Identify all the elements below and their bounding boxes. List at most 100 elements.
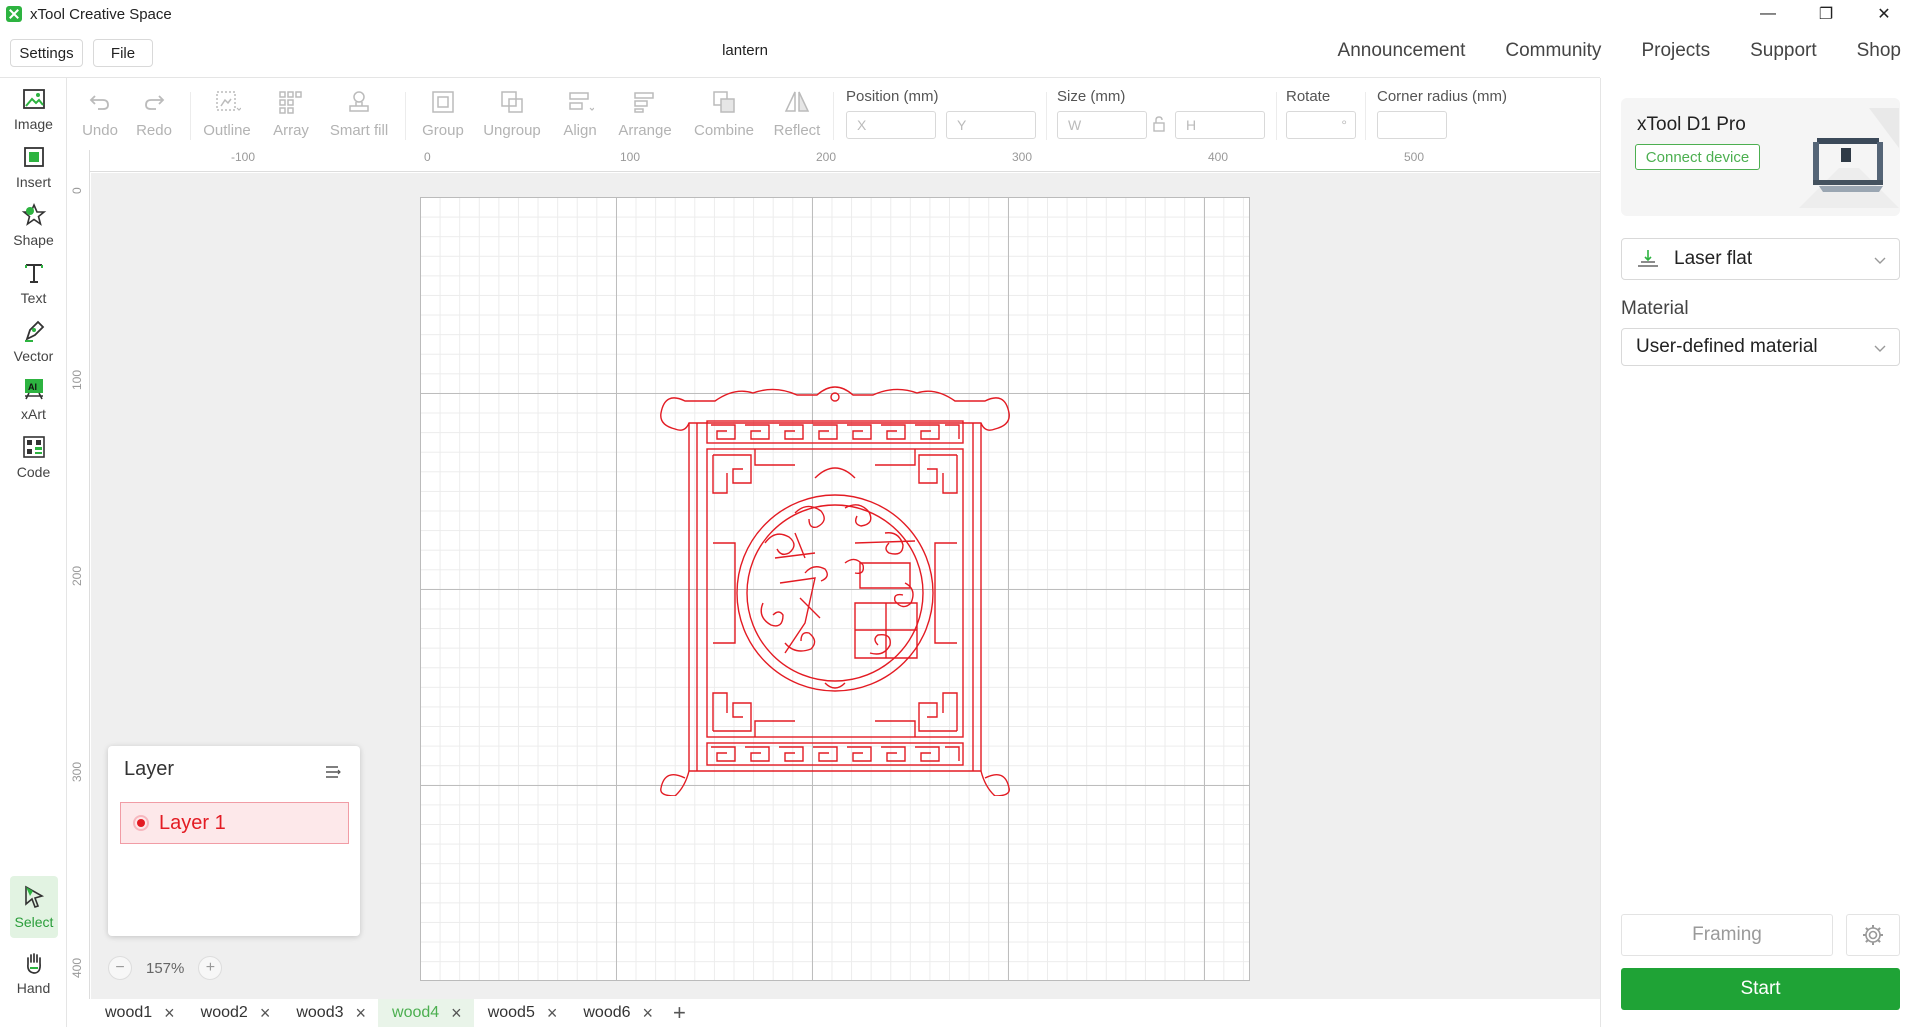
redo-button[interactable]: Redo	[124, 88, 184, 139]
reflect-icon	[784, 91, 810, 112]
tab-close-icon[interactable]: ×	[643, 1003, 654, 1024]
outline-button[interactable]: Outline	[197, 88, 257, 139]
zoom-out-button[interactable]: −	[108, 956, 132, 980]
size-h-field[interactable]: H	[1175, 111, 1265, 139]
undo-button[interactable]: Undo	[70, 88, 130, 139]
restore-button[interactable]: ❐	[1797, 0, 1855, 28]
gear-icon	[1863, 925, 1883, 945]
tab-wood4[interactable]: wood4 ×	[378, 999, 474, 1027]
hand-icon	[26, 953, 41, 974]
array-label: Array	[273, 122, 309, 139]
tab-wood1[interactable]: wood1 ×	[91, 999, 187, 1027]
layer-menu-icon[interactable]	[324, 764, 342, 780]
tool-xart[interactable]: AI xArt	[0, 368, 67, 430]
unlock-icon[interactable]	[1152, 116, 1166, 132]
settings-button[interactable]: Settings	[10, 39, 83, 67]
app-window: xTool Creative Space — ❐ ✕ Settings File…	[0, 0, 1913, 1027]
tab-wood5[interactable]: wood5 ×	[474, 999, 570, 1027]
tab-close-icon[interactable]: ×	[451, 1003, 462, 1024]
outline-label: Outline	[203, 122, 251, 139]
tool-hand[interactable]: Hand	[0, 942, 67, 1004]
laser-machine-icon	[1799, 108, 1899, 208]
tool-select[interactable]: Select	[10, 876, 58, 938]
material-select[interactable]: User-defined material	[1621, 328, 1900, 366]
combine-label: Combine	[693, 122, 755, 139]
array-button[interactable]: Array	[261, 88, 321, 139]
nav-support[interactable]: Support	[1750, 40, 1817, 62]
group-button[interactable]: Group	[413, 88, 473, 139]
tool-insert-label: Insert	[15, 174, 51, 190]
redo-label: Redo	[136, 122, 172, 139]
combine-button[interactable]: Combine	[694, 88, 754, 139]
align-label: Align	[563, 122, 597, 139]
settings-gear-button[interactable]	[1846, 914, 1900, 956]
rotate-label: Rotate	[1286, 88, 1331, 105]
layer-color-dot-icon[interactable]	[133, 815, 149, 831]
tab-wood3[interactable]: wood3 ×	[282, 999, 378, 1027]
outline-icon	[216, 91, 241, 111]
position-x-field[interactable]: X	[846, 111, 936, 139]
align-button[interactable]: Align	[550, 88, 610, 139]
tool-code[interactable]: Code	[0, 426, 67, 488]
menu-row: Settings File lantern Announcement Commu…	[0, 36, 1913, 70]
shape-icon	[21, 202, 46, 226]
ungroup-button[interactable]: Ungroup	[482, 88, 542, 139]
tab-close-icon[interactable]: ×	[547, 1003, 558, 1024]
tab-wood2[interactable]: wood2 ×	[187, 999, 283, 1027]
tool-shape[interactable]: Shape	[0, 194, 67, 256]
lantern-design[interactable]	[655, 383, 1015, 796]
arrange-button[interactable]: Arrange	[615, 88, 675, 139]
layer-row[interactable]: Layer 1	[120, 802, 349, 844]
corner-radius-label: Corner radius (mm)	[1377, 88, 1508, 105]
zoom-in-button[interactable]: +	[198, 956, 223, 980]
nav-shop[interactable]: Shop	[1857, 40, 1901, 62]
ruler-top-label: 500	[1404, 150, 1425, 164]
mode-select[interactable]: Laser flat	[1621, 238, 1900, 280]
tab-close-icon[interactable]: ×	[260, 1003, 271, 1024]
tab-close-icon[interactable]: ×	[356, 1003, 367, 1024]
nav-announcement[interactable]: Announcement	[1338, 40, 1466, 62]
framing-button[interactable]: Framing	[1621, 914, 1833, 956]
tool-image[interactable]: Image	[0, 78, 67, 140]
reflect-button[interactable]: Reflect	[767, 88, 827, 139]
corner-radius-field[interactable]	[1377, 111, 1447, 139]
file-button[interactable]: File	[93, 39, 153, 67]
tool-image-label: Image	[14, 116, 53, 132]
add-tab-button[interactable]: +	[673, 1000, 686, 1026]
zoom-value[interactable]: 157%	[146, 960, 184, 977]
image-icon	[22, 89, 45, 109]
window-controls: — ❐ ✕	[1739, 0, 1913, 28]
zoom-control: − 157% +	[108, 954, 223, 982]
smart-fill-icon	[349, 91, 369, 112]
toolbar-separator	[1365, 92, 1366, 140]
layer-name: Layer 1	[159, 811, 226, 834]
rotate-field[interactable]: °	[1286, 111, 1356, 139]
vector-icon	[24, 320, 44, 342]
position-y-field[interactable]: Y	[946, 111, 1036, 139]
device-name: xTool D1 Pro	[1637, 114, 1746, 135]
size-w-field[interactable]: W	[1057, 111, 1147, 139]
left-toolbar: Image Insert Shape Text Vector AI xArt C…	[0, 78, 67, 1027]
ruler-left-label: 0	[70, 187, 84, 194]
array-icon	[279, 91, 302, 114]
tool-text[interactable]: Text	[0, 252, 67, 314]
top-nav: Announcement Community Projects Support …	[1338, 40, 1913, 62]
connect-device-button[interactable]: Connect device	[1635, 144, 1760, 170]
tab-close-icon[interactable]: ×	[164, 1003, 175, 1024]
tool-insert[interactable]: Insert	[0, 136, 67, 198]
material-value: User-defined material	[1636, 336, 1818, 357]
tab-wood6[interactable]: wood6 ×	[569, 999, 665, 1027]
start-button[interactable]: Start	[1621, 968, 1900, 1010]
ruler-left-label: 100	[70, 369, 84, 390]
tool-vector[interactable]: Vector	[0, 310, 67, 372]
nav-projects[interactable]: Projects	[1641, 40, 1710, 62]
tab-label: wood5	[487, 1004, 535, 1021]
minimize-button[interactable]: —	[1739, 0, 1797, 28]
tool-shape-label: Shape	[13, 232, 54, 248]
insert-icon	[23, 147, 44, 167]
smart-fill-button[interactable]: Smart fill	[329, 88, 389, 139]
toolbar-separator	[833, 92, 834, 140]
close-button[interactable]: ✕	[1855, 0, 1913, 28]
layer-panel: Layer Layer 1	[108, 746, 360, 936]
nav-community[interactable]: Community	[1505, 40, 1601, 62]
